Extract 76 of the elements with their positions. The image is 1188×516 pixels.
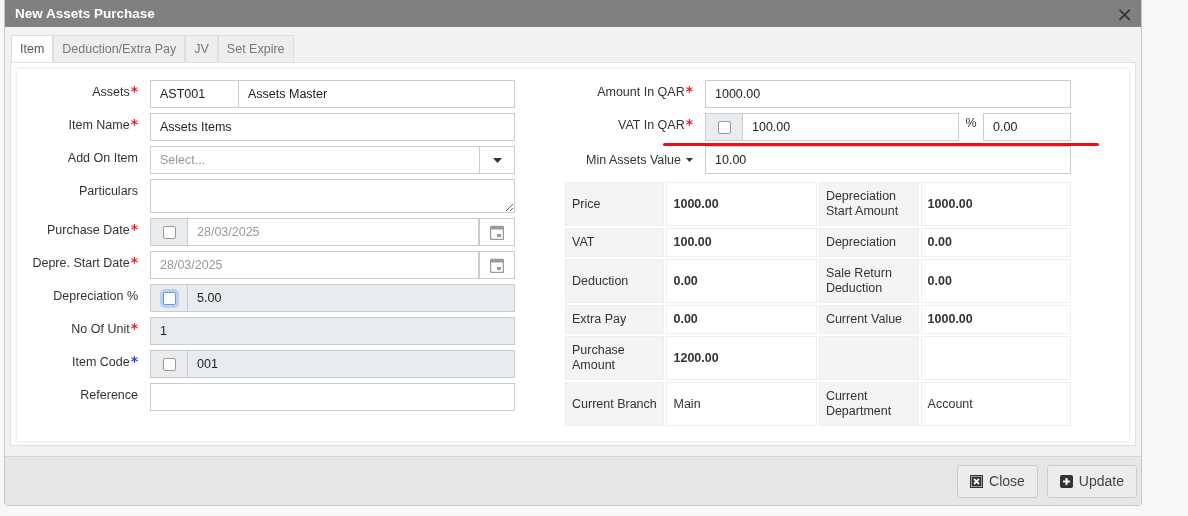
table-cell: Current Value xyxy=(818,305,919,334)
table-cell: 0.00 xyxy=(920,259,1071,303)
input-field[interactable]: 1000.00 xyxy=(705,80,1071,108)
table-cell: Current Branch xyxy=(565,382,665,426)
table-cell: Deduction xyxy=(565,259,665,303)
calendar-button[interactable] xyxy=(479,251,515,279)
tab[interactable]: Set Expire xyxy=(217,35,294,62)
field-label: Depreciation % xyxy=(53,289,138,303)
percent-sign: % xyxy=(964,115,978,132)
text-area[interactable] xyxy=(150,179,515,213)
table-cell: 1000.00 xyxy=(666,182,817,226)
table-cell: VAT xyxy=(565,228,665,257)
required-marker: * xyxy=(130,353,138,369)
table-cell: Sale Return Deduction xyxy=(818,259,919,303)
input-field[interactable]: 1 xyxy=(150,317,515,345)
table-cell: 1000.00 xyxy=(920,182,1071,226)
required-marker: * xyxy=(685,83,693,99)
name-field[interactable]: Assets Master xyxy=(239,80,515,108)
calendar-icon xyxy=(490,257,504,273)
required-marker: * xyxy=(130,116,138,132)
table-cell: Extra Pay xyxy=(565,305,665,334)
field-label: VAT In QAR xyxy=(618,118,685,132)
table-cell: 0.00 xyxy=(666,305,817,334)
dialog-title: New Assets Purchase xyxy=(15,6,155,21)
code-field[interactable]: AST001 xyxy=(150,80,239,108)
table-cell: Main xyxy=(666,382,817,426)
checkbox[interactable] xyxy=(162,291,176,305)
required-marker: * xyxy=(130,221,138,237)
checkbox[interactable] xyxy=(717,120,731,134)
update-button[interactable]: Update xyxy=(1046,464,1137,498)
table-cell: 0.00 xyxy=(666,259,817,303)
tab[interactable]: Item xyxy=(11,35,54,62)
input-field[interactable]: Assets Items xyxy=(150,113,515,141)
required-marker: * xyxy=(130,83,138,99)
placeholder-text: Select... xyxy=(159,153,207,167)
field-label: Depre. Start Date xyxy=(32,256,130,270)
table-cell: Account xyxy=(920,382,1071,426)
table-cell: Current Department xyxy=(818,382,919,426)
table-cell: 1000.00 xyxy=(920,305,1071,334)
field-label: Amount In QAR xyxy=(597,85,685,99)
percent-field[interactable]: 0.00 xyxy=(983,113,1071,141)
required-marker: * xyxy=(130,254,138,270)
close-button[interactable]: Close xyxy=(957,464,1038,498)
field-label: Item Code xyxy=(72,355,130,369)
caret-down-icon xyxy=(686,158,693,162)
field-label: Purchase Date xyxy=(47,223,130,237)
caret-down-icon xyxy=(492,157,502,163)
table-cell: 1200.00 xyxy=(666,336,817,380)
plus-icon xyxy=(1059,474,1073,488)
table-cell: Depreciation Start Amount xyxy=(818,182,919,226)
input-field[interactable] xyxy=(150,383,515,411)
table-cell: Purchase Amount xyxy=(565,336,665,380)
field-label: Add On Item xyxy=(67,151,138,165)
field-label: Reference xyxy=(80,388,138,402)
required-marker: * xyxy=(130,320,138,336)
field-label: No Of Unit xyxy=(71,322,130,336)
dropdown-label[interactable]: Min Assets Value xyxy=(565,146,693,174)
input-field[interactable]: 100.00 xyxy=(743,113,959,141)
table-cell: 100.00 xyxy=(666,228,817,257)
calendar-button[interactable] xyxy=(479,218,515,246)
tab[interactable]: Deduction/Extra Pay xyxy=(53,35,186,62)
input-field[interactable]: 5.00 xyxy=(188,284,515,312)
field-label: Item Name xyxy=(68,118,130,132)
table-cell: 0.00 xyxy=(920,228,1071,257)
input-field[interactable]: 001 xyxy=(188,350,515,378)
table-cell: Price xyxy=(565,182,665,226)
table-cell: Depreciation xyxy=(818,228,919,257)
checkbox[interactable] xyxy=(162,225,176,239)
checkbox[interactable] xyxy=(162,357,176,371)
close-icon xyxy=(970,474,984,488)
field-label: Particulars xyxy=(78,184,138,198)
required-marker: * xyxy=(685,116,693,132)
tab[interactable]: JV xyxy=(185,35,218,62)
calendar-icon xyxy=(490,224,504,240)
field-label: Assets xyxy=(92,85,130,99)
input-field[interactable]: 10.00 xyxy=(705,146,1071,174)
